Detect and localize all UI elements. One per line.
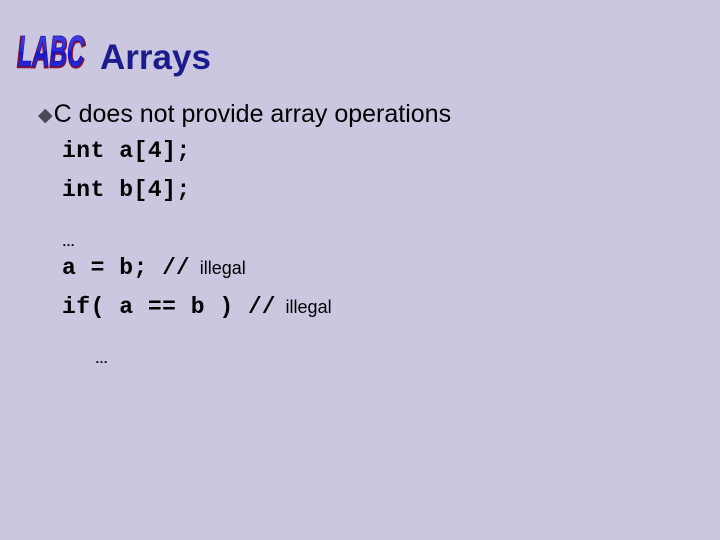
labc-logo-icon: LABC LABC bbox=[16, 25, 86, 79]
svg-text:LABC: LABC bbox=[18, 27, 85, 76]
code-text: int a[4]; bbox=[62, 138, 191, 164]
comment-marker: // bbox=[247, 294, 276, 320]
code-line: int b[4]; bbox=[0, 177, 720, 216]
code-text: int b[4]; bbox=[62, 177, 191, 203]
code-line: a = b; // illegal bbox=[0, 255, 720, 294]
bullet-item: ◆ C does not provide array operations bbox=[0, 100, 720, 138]
ellipsis-text: … bbox=[62, 234, 76, 249]
code-text: if( a == b ) bbox=[62, 294, 248, 320]
slide-header: LABC LABC Arrays bbox=[0, 0, 720, 100]
diamond-bullet-icon: ◆ bbox=[38, 105, 53, 126]
labc-logo-svg: LABC LABC bbox=[16, 27, 86, 79]
page-title: Arrays bbox=[100, 38, 211, 77]
comment-marker: // bbox=[162, 255, 190, 281]
slide: LABC LABC Arrays ◆ C does not provide ar… bbox=[0, 0, 720, 540]
comment-text: illegal bbox=[189, 258, 246, 278]
code-line: if( a == b ) // illegal bbox=[0, 294, 720, 333]
code-line: int a[4]; bbox=[0, 138, 720, 177]
slide-body: ◆ C does not provide array operations in… bbox=[0, 100, 720, 372]
bullet-item-label: C does not provide array operations bbox=[53, 100, 452, 128]
ellipsis-text: … bbox=[95, 351, 109, 366]
code-ellipsis-line: … bbox=[0, 333, 720, 372]
code-text: a = b; bbox=[62, 255, 163, 281]
code-ellipsis-line: … bbox=[0, 216, 720, 255]
comment-text: illegal bbox=[275, 297, 332, 317]
